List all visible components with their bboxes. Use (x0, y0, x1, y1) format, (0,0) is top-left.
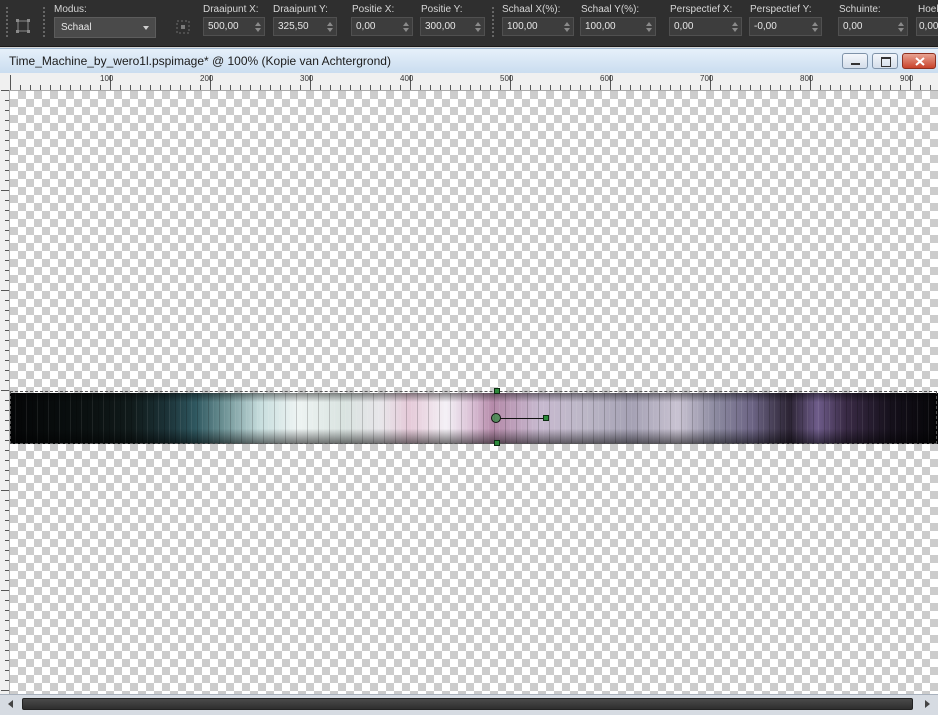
vertical-ruler[interactable] (0, 90, 10, 694)
spin-arrows-icon[interactable] (643, 18, 655, 35)
tool-options-bar: Modus: Schaal Draaipunt X: 500,00 Draaip… (0, 0, 938, 47)
toolbar-grip[interactable] (5, 6, 9, 38)
pivot-x-label: Draaipunt X: (203, 4, 259, 15)
mode-select[interactable]: Schaal (54, 17, 156, 38)
ruler-label: 300 (300, 74, 314, 83)
pivot-reset-icon[interactable] (174, 18, 192, 36)
ruler-label: 900 (900, 74, 914, 83)
minimize-button[interactable] (842, 53, 868, 69)
skew-input[interactable]: 0,00 (838, 17, 908, 36)
position-y-label: Positie Y: (421, 4, 463, 15)
scale-x-label: Schaal X(%): (502, 4, 561, 15)
chevron-down-icon (143, 26, 149, 30)
document-title-bar[interactable]: Time_Machine_by_wero1l.pspimage* @ 100% … (0, 48, 938, 74)
ruler-label: 800 (800, 74, 814, 83)
ruler-label: 700 (700, 74, 714, 83)
ruler-label: 500 (500, 74, 514, 83)
scale-y-value: 100,00 (585, 21, 616, 32)
horizontal-ruler[interactable]: 100 200 300 400 500 600 700 800 900 (0, 73, 938, 91)
mode-value: Schaal (61, 22, 92, 33)
scale-x-input[interactable]: 100,00 (502, 17, 574, 36)
skew-value: 0,00 (843, 21, 863, 32)
minimize-icon (851, 63, 860, 65)
spin-arrows-icon[interactable] (729, 18, 741, 35)
image-canvas[interactable] (10, 91, 938, 694)
position-x-label: Positie X: (352, 4, 395, 15)
ruler-ticks-vertical (1, 90, 9, 691)
ruler-label: 200 (200, 74, 214, 83)
skew-label: Schuinte: (839, 4, 881, 15)
rotation-arm (500, 418, 546, 419)
ruler-label: 400 (400, 74, 414, 83)
position-x-input[interactable]: 0,00 (351, 17, 413, 36)
angle-label: Hoek (918, 4, 938, 15)
angle-value: 0,00 (919, 21, 938, 32)
pivot-y-label: Draaipunt Y: (273, 4, 328, 15)
close-icon (915, 57, 925, 66)
perspective-y-input[interactable]: -0,00 (749, 17, 822, 36)
spin-arrows-icon[interactable] (252, 18, 264, 35)
transform-bounding-box[interactable] (10, 391, 937, 444)
spin-arrows-icon[interactable] (809, 18, 821, 35)
ruler-ticks (10, 75, 931, 90)
ruler-label: 100 (100, 74, 114, 83)
toolbar-grip[interactable] (42, 6, 46, 38)
bottom-handle[interactable] (494, 440, 500, 446)
spin-arrows-icon[interactable] (472, 18, 484, 35)
position-y-value: 300,00 (425, 21, 456, 32)
scale-y-input[interactable]: 100,00 (580, 17, 656, 36)
spin-arrows-icon[interactable] (561, 18, 573, 35)
spin-arrows-icon[interactable] (895, 18, 907, 35)
perspective-x-input[interactable]: 0,00 (669, 17, 742, 36)
perspective-y-label: Perspectief Y: (750, 4, 812, 15)
close-button[interactable] (902, 53, 936, 69)
toolbar-grip[interactable] (491, 6, 495, 38)
position-x-value: 0,00 (356, 21, 376, 32)
document-title: Time_Machine_by_wero1l.pspimage* @ 100% … (9, 54, 391, 68)
scroll-thumb[interactable] (22, 698, 913, 710)
transform-tool-icon[interactable] (14, 17, 32, 35)
mode-label: Modus: (54, 4, 87, 15)
spin-arrows-icon[interactable] (400, 18, 412, 35)
angle-input[interactable]: 0,00 (916, 17, 938, 36)
scale-x-value: 100,00 (507, 21, 538, 32)
pivot-point[interactable] (491, 413, 501, 423)
scroll-right-arrow-icon[interactable] (920, 697, 934, 711)
spin-arrows-icon[interactable] (324, 18, 336, 35)
scale-y-label: Schaal Y(%): (581, 4, 640, 15)
pivot-y-input[interactable]: 325,50 (273, 17, 337, 36)
maximize-button[interactable] (872, 53, 898, 69)
perspective-x-label: Perspectief X: (670, 4, 733, 15)
horizontal-scrollbar[interactable] (0, 694, 938, 715)
pivot-y-value: 325,50 (278, 21, 309, 32)
perspective-x-value: 0,00 (674, 21, 694, 32)
maximize-icon (881, 57, 891, 67)
rotation-handle[interactable] (543, 415, 549, 421)
position-y-input[interactable]: 300,00 (420, 17, 485, 36)
pivot-x-input[interactable]: 500,00 (203, 17, 265, 36)
ruler-label: 600 (600, 74, 614, 83)
pivot-x-value: 500,00 (208, 21, 239, 32)
perspective-y-value: -0,00 (754, 21, 777, 32)
scroll-left-arrow-icon[interactable] (4, 697, 18, 711)
top-handle[interactable] (494, 388, 500, 394)
